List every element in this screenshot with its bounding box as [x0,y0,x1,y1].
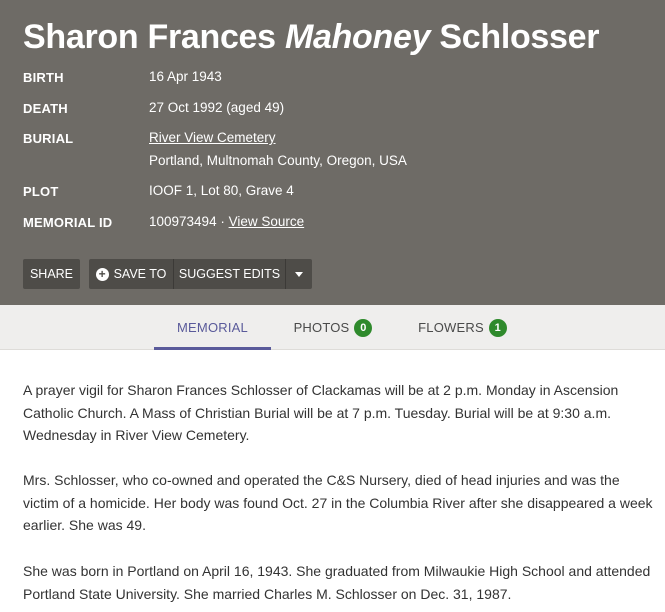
suggest-edits-button[interactable]: SUGGEST EDITS [174,259,285,289]
burial-cemetery-row: River View Cemetery [149,130,276,145]
view-source-link[interactable]: View Source [229,214,305,229]
tab-photos[interactable]: PHOTOS 0 [283,305,383,350]
burial-location: Portland, Multnomah County, Oregon, USA [149,153,407,168]
plus-circle-icon: + [95,267,109,281]
birth-value: 16 Apr 1943 [149,69,222,84]
bio-paragraph: She was born in Portland on April 16, 19… [23,563,651,602]
tab-memorial[interactable]: MEMORIAL [154,305,271,350]
memorial-id-label: MEMORIAL ID [23,215,113,230]
memorial-header: Sharon Frances Mahoney Schlosser BIRTH 1… [0,0,665,305]
save-to-button[interactable]: + SAVE TO [89,259,173,289]
save-to-label: SAVE TO [113,267,167,281]
name-first: Sharon Frances [23,18,276,56]
name-maiden: Mahoney [284,18,431,56]
tab-bar: MEMORIAL PHOTOS 0 FLOWERS 1 [0,305,665,350]
tab-photos-label: PHOTOS [293,320,350,335]
suggest-edits-label: SUGGEST EDITS [178,267,281,281]
name-last: Schlosser [439,18,600,56]
memorial-id-value: 100973494 · [149,214,225,229]
plot-value: IOOF 1, Lot 80, Grave 4 [149,183,294,198]
plot-label: PLOT [23,184,59,199]
memorial-action-group: + SAVE TO SUGGEST EDITS [89,259,312,289]
photos-count-badge: 0 [354,318,373,337]
flowers-count-badge: 1 [488,318,507,337]
share-button[interactable]: SHARE [23,259,80,289]
more-options-button[interactable] [286,259,312,289]
tab-flowers-label: FLOWERS [418,320,484,335]
page-title: Sharon Frances Mahoney Schlosser [23,18,600,57]
cemetery-link[interactable]: River View Cemetery [149,130,276,145]
death-label: DEATH [23,101,68,116]
tab-memorial-label: MEMORIAL [177,320,248,335]
memorial-id-row: 100973494 · View Source [149,214,304,229]
caret-down-icon [295,271,303,277]
tab-flowers[interactable]: FLOWERS 1 [410,305,515,350]
death-value: 27 Oct 1992 (aged 49) [149,100,285,115]
burial-label: BURIAL [23,131,74,146]
share-button-label: SHARE [29,267,74,281]
active-tab-indicator [154,347,271,350]
bio-paragraph: A prayer vigil for Sharon Frances Schlos… [23,382,619,443]
bio-paragraph: Mrs. Schlosser, who co-owned and operate… [23,472,653,533]
birth-label: BIRTH [23,70,64,85]
